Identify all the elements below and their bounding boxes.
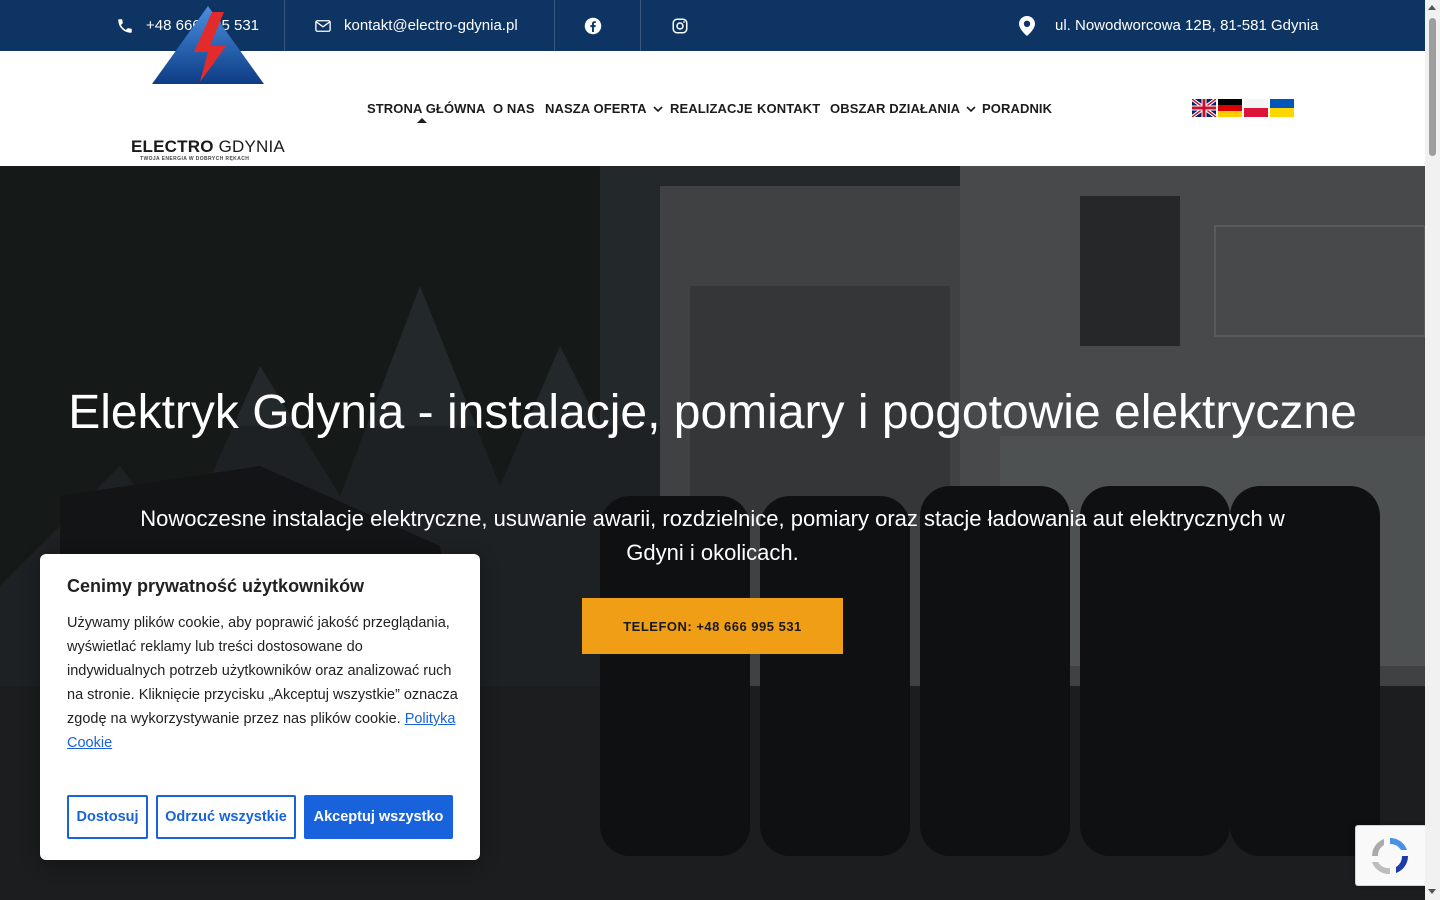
instagram-icon [671, 17, 689, 35]
logo-tagline: TWOJA ENERGIA W DOBRYCH RĘKACH [140, 156, 250, 162]
scroll-down-arrow-icon[interactable] [1428, 889, 1436, 894]
nav-item-projects[interactable]: REALIZACJE [670, 101, 753, 116]
address-text[interactable]: ul. Nowodworcowa 12B, 81-581 Gdynia [1055, 17, 1318, 34]
nav-item-home[interactable]: STRONA GŁÓWNA [367, 101, 486, 116]
reject-all-cookies-button[interactable]: Odrzuć wszystkie [156, 795, 296, 839]
nav-item-guide[interactable]: PORADNIK [982, 101, 1052, 116]
site-logo[interactable] [128, 2, 290, 114]
facebook-link[interactable] [584, 0, 602, 51]
nav-item-service-area[interactable]: OBSZAR DZIAŁANIA [830, 101, 976, 116]
flag-uk-icon[interactable] [1192, 99, 1216, 117]
recaptcha-icon [1372, 838, 1408, 875]
page-scrollbar[interactable] [1425, 0, 1440, 900]
chevron-down-icon [966, 101, 976, 116]
cookie-title: Cenimy prywatność użytkowników [67, 576, 365, 596]
active-nav-indicator [417, 118, 427, 123]
email-contact[interactable]: kontakt@electro-gdynia.pl [314, 0, 518, 51]
language-switcher [1192, 99, 1294, 117]
flag-pl-icon[interactable] [1244, 99, 1268, 117]
cookie-body: Używamy plików cookie, aby poprawić jako… [67, 611, 462, 755]
cookie-body-text: Używamy plików cookie, aby poprawić jako… [67, 615, 458, 727]
logo-wordmark: ELECTRO GDYNIA [131, 137, 285, 156]
topbar-divider [554, 0, 555, 51]
call-cta-button[interactable]: TELEFON: +48 666 995 531 [582, 598, 843, 654]
accept-all-cookies-button[interactable]: Akceptuj wszystko [304, 795, 453, 839]
address-contact[interactable]: ul. Nowodworcowa 12B, 81-581 Gdynia [1019, 0, 1318, 51]
instagram-link[interactable] [671, 0, 689, 51]
chevron-down-icon [653, 101, 663, 116]
topbar-divider [640, 0, 641, 51]
flag-ua-icon[interactable] [1270, 99, 1294, 117]
email-address[interactable]: kontakt@electro-gdynia.pl [344, 17, 518, 34]
scroll-up-arrow-icon[interactable] [1428, 5, 1436, 10]
nav-item-about[interactable]: O NAS [493, 101, 535, 116]
nav-item-contact[interactable]: KONTAKT [757, 101, 820, 116]
nav-item-offer[interactable]: NASZA OFERTA [545, 101, 663, 116]
cookie-consent-dialog: Cenimy prywatność użytkowników Używamy p… [40, 554, 480, 860]
customize-cookies-button[interactable]: Dostosuj [67, 795, 148, 839]
envelope-icon [314, 17, 332, 35]
flag-de-icon[interactable] [1218, 99, 1242, 117]
map-pin-icon [1019, 15, 1035, 36]
facebook-icon [584, 17, 602, 35]
hero-title: Elektryk Gdynia - instalacje, pomiary i … [68, 386, 1357, 439]
scrollbar-thumb[interactable] [1429, 18, 1436, 156]
